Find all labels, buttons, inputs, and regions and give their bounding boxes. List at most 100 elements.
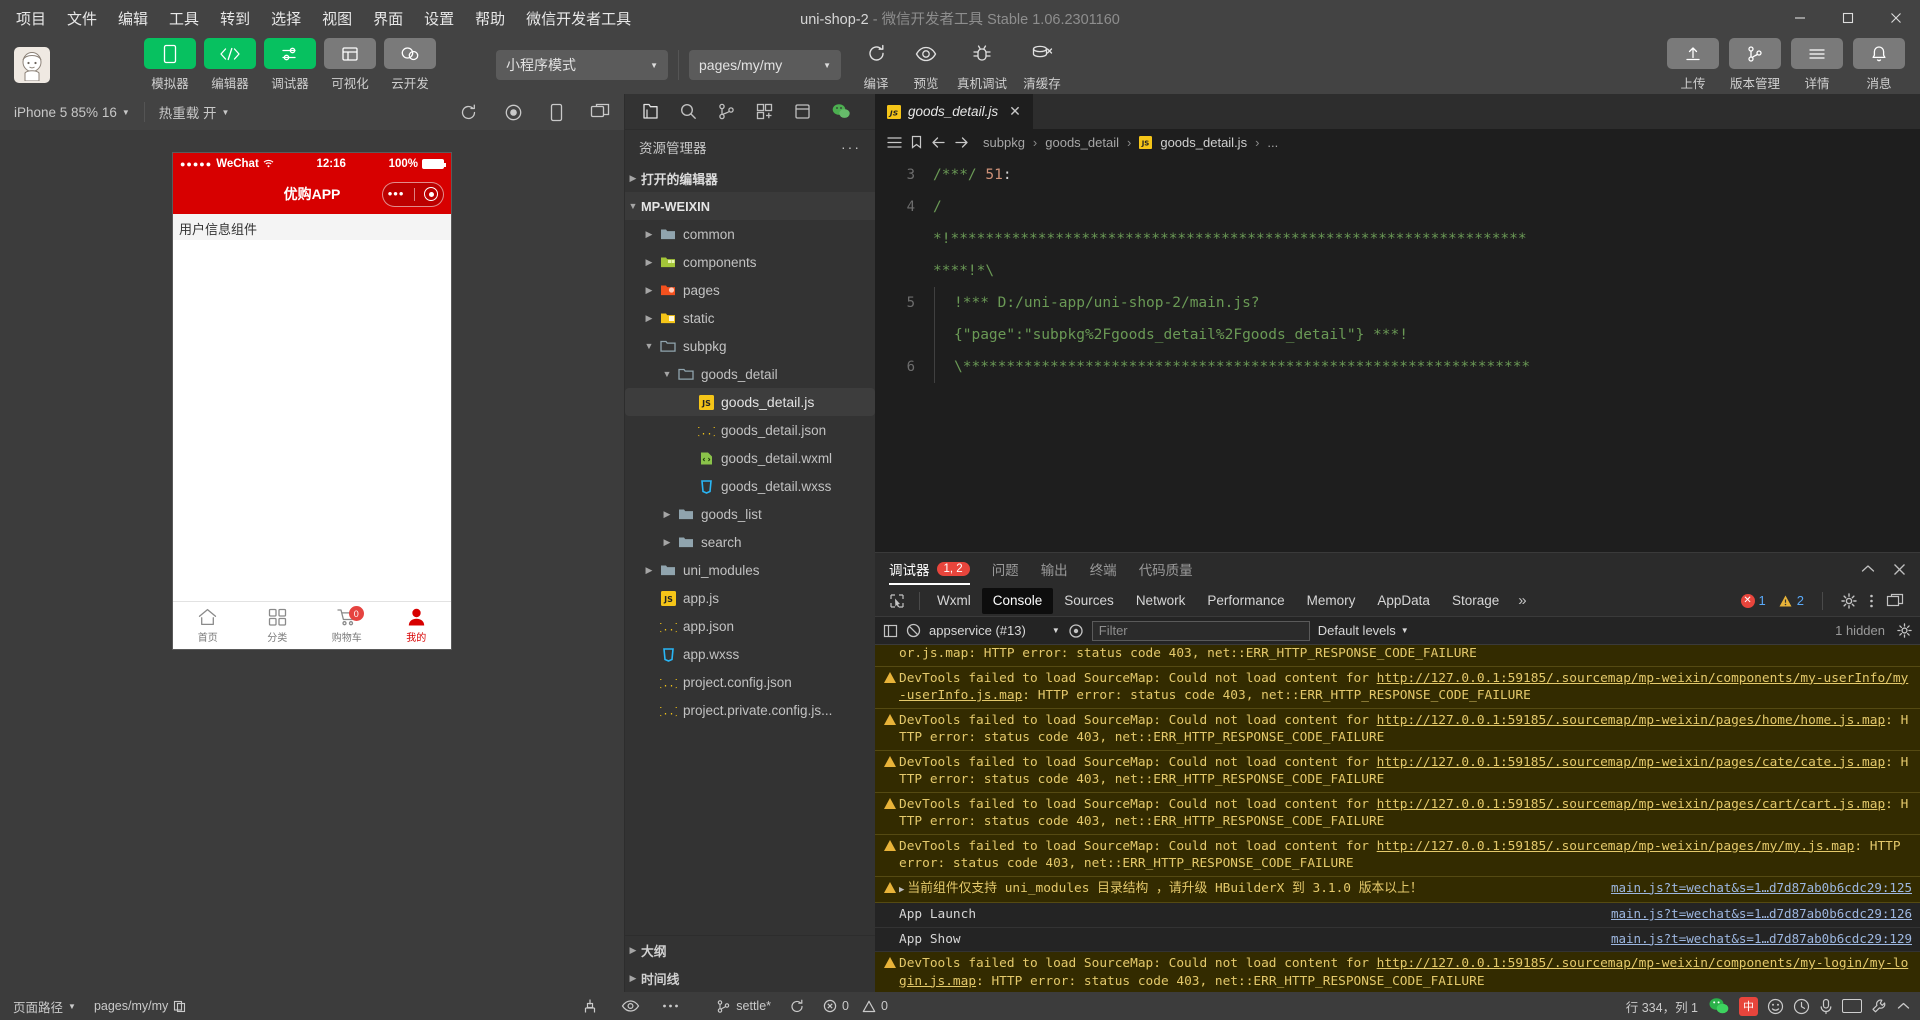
mode-select[interactable]: 小程序模式 ▼ xyxy=(496,50,668,80)
devtools-tab-console[interactable]: Console xyxy=(981,587,1054,614)
menu-item-help[interactable]: 帮助 xyxy=(473,5,507,32)
page-path-select[interactable]: 页面路径 ▼ xyxy=(10,997,79,1016)
tree-item-common[interactable]: ▶ common xyxy=(625,220,875,248)
console-levels-select[interactable]: Default levels ▼ xyxy=(1318,623,1409,638)
tree-section-open-editors[interactable]: ▶ 打开的编辑器 xyxy=(625,164,875,192)
action-preview[interactable]: 预览 xyxy=(901,38,951,92)
tree-item-project-private-config[interactable]: {..} project.private.config.js... xyxy=(625,696,875,724)
device-frame-icon[interactable] xyxy=(549,103,564,122)
tool-icon[interactable] xyxy=(1871,998,1888,1015)
search-icon[interactable] xyxy=(679,102,698,121)
tabbar-item-home[interactable]: 首页 xyxy=(173,602,243,649)
network-icon[interactable] xyxy=(581,998,599,1014)
tabbar-item-mine[interactable]: 我的 xyxy=(382,602,452,649)
devtools-tab-memory[interactable]: Memory xyxy=(1296,588,1367,614)
error-count[interactable]: ✕ 1 xyxy=(1740,593,1766,608)
devtools-tab-sources[interactable]: Sources xyxy=(1053,588,1125,614)
console-filter-input[interactable]: Filter xyxy=(1091,620,1310,641)
devtools-tabs-more-icon[interactable]: » xyxy=(1510,592,1534,609)
action-details[interactable]: 详情 xyxy=(1790,38,1844,92)
keyboard-icon[interactable] xyxy=(1842,999,1862,1013)
menu-item-goto[interactable]: 转到 xyxy=(218,5,252,32)
tabbar-item-category[interactable]: 分类 xyxy=(243,602,313,649)
arrow-right-icon[interactable] xyxy=(954,136,969,149)
console-log-row[interactable]: DevTools failed to load SourceMap: Could… xyxy=(875,666,1920,709)
mic-icon[interactable] xyxy=(1819,998,1833,1015)
source-control-icon[interactable] xyxy=(717,102,736,121)
devtools-tab-storage[interactable]: Storage xyxy=(1441,588,1510,614)
devtools-tab-wxml[interactable]: Wxml xyxy=(926,588,982,614)
devtools-tab-performance[interactable]: Performance xyxy=(1196,588,1295,614)
page-path-value-group[interactable]: pages/my/my xyxy=(91,999,189,1013)
tree-item-app-js[interactable]: JS app.js xyxy=(625,584,875,612)
files-icon[interactable] xyxy=(641,102,660,121)
list-icon[interactable] xyxy=(887,136,902,149)
console-log-link[interactable]: http://127.0.0.1:59185/.sourcemap/mp-wei… xyxy=(1377,713,1886,728)
tree-item-uni-modules[interactable]: ▶ uni_modules xyxy=(625,556,875,584)
console-log-link[interactable]: http://127.0.0.1:59185/.sourcemap/mp-wei… xyxy=(1377,839,1855,854)
wechat-icon[interactable] xyxy=(1708,996,1730,1016)
clock-icon[interactable] xyxy=(1793,998,1810,1015)
console-log-row[interactable]: ▶ 当前组件仅支持 uni_modules 目录结构 ，请升级 HBuilderX… xyxy=(875,876,1920,903)
wechat-capsule[interactable]: ••• xyxy=(382,181,444,207)
breadcrumb-part-subpkg[interactable]: subpkg xyxy=(983,135,1025,150)
console-sidebar-icon[interactable] xyxy=(883,624,898,638)
outline-section[interactable]: ▶ 大纲 xyxy=(625,936,875,964)
tree-item-static[interactable]: ▶ static xyxy=(625,304,875,332)
action-clear-cache[interactable]: 清缓存 xyxy=(1013,38,1071,92)
hot-reload-select[interactable]: 热重载 开 ▼ xyxy=(159,102,244,122)
expand-icon[interactable]: ▶ xyxy=(899,882,904,900)
menu-item-edit[interactable]: 编辑 xyxy=(116,5,150,32)
extensions-icon[interactable] xyxy=(755,102,774,121)
tree-item-subpkg[interactable]: ▼ subpkg xyxy=(625,332,875,360)
tree-item-app-wxss[interactable]: app.wxss xyxy=(625,640,875,668)
timeline-section[interactable]: ▶ 时间线 xyxy=(625,964,875,992)
tree-item-pages[interactable]: ▶ pages xyxy=(625,276,875,304)
tree-item-app-json[interactable]: {..} app.json xyxy=(625,612,875,640)
tree-item-goods-detail-js[interactable]: JS goods_detail.js xyxy=(625,388,875,416)
tree-section-mp-weixin[interactable]: ▼ MP-WEIXIN xyxy=(625,192,875,220)
panel-tab-debugger[interactable]: 调试器 1, 2 xyxy=(889,553,970,585)
tree-item-search[interactable]: ▶ search xyxy=(625,528,875,556)
menu-item-interface[interactable]: 界面 xyxy=(371,5,405,32)
console-log-row[interactable]: or.js.map: HTTP error: status code 403, … xyxy=(875,645,1920,667)
page-select[interactable]: pages/my/my ▼ xyxy=(689,50,841,80)
cursor-position[interactable]: 行 334，列 1 xyxy=(1626,997,1698,1016)
menu-item-file[interactable]: 文件 xyxy=(65,5,99,32)
tree-item-goods-list[interactable]: ▶ goods_list xyxy=(625,500,875,528)
chevron-up-icon[interactable] xyxy=(1897,1001,1910,1011)
more-icon[interactable] xyxy=(662,1003,679,1009)
problems-status[interactable]: 0 0 xyxy=(820,999,891,1013)
devtools-tab-network[interactable]: Network xyxy=(1125,588,1197,614)
detach-icon[interactable] xyxy=(590,103,610,121)
console-log-row[interactable]: DevTools failed to load SourceMap: Could… xyxy=(875,708,1920,751)
action-upload[interactable]: 上传 xyxy=(1666,38,1720,92)
console-log-list[interactable]: or.js.map: HTTP error: status code 403, … xyxy=(875,645,1920,992)
close-icon[interactable]: ✕ xyxy=(1009,103,1021,120)
breadcrumb-part-goods-detail[interactable]: goods_detail xyxy=(1045,135,1119,150)
avatar[interactable] xyxy=(14,47,50,83)
collapse-panel-icon[interactable] xyxy=(1861,563,1875,575)
action-version-control[interactable]: 版本管理 xyxy=(1728,38,1782,92)
console-log-link[interactable]: http://127.0.0.1:59185/.sourcemap/mp-wei… xyxy=(1377,755,1886,770)
ime-icon[interactable]: 中 xyxy=(1739,996,1758,1016)
panel-tab-terminal[interactable]: 终端 xyxy=(1090,553,1117,585)
console-eye-icon[interactable] xyxy=(1068,623,1084,639)
more-icon[interactable]: ··· xyxy=(841,139,861,154)
rotate-icon[interactable] xyxy=(459,103,478,122)
console-log-row[interactable]: DevTools failed to load SourceMap: Could… xyxy=(875,834,1920,877)
action-device-debug[interactable]: 真机调试 xyxy=(951,38,1013,92)
console-log-row[interactable]: DevTools failed to load SourceMap: Could… xyxy=(875,952,1920,992)
tree-item-components[interactable]: ▶ components xyxy=(625,248,875,276)
console-log-row[interactable]: App Launch main.js?t=wechat&s=1…d7d87ab0… xyxy=(875,903,1920,928)
inspect-element-icon[interactable] xyxy=(881,593,913,609)
menu-item-settings[interactable]: 设置 xyxy=(422,5,456,32)
tree-item-goods-detail-wxml[interactable]: goods_detail.wxml xyxy=(625,444,875,472)
menu-item-select[interactable]: 选择 xyxy=(269,5,303,32)
emoji-icon[interactable] xyxy=(1767,998,1784,1015)
close-panel-icon[interactable] xyxy=(1893,563,1906,576)
menu-item-view[interactable]: 视图 xyxy=(320,5,354,32)
console-log-source[interactable]: main.js?t=wechat&s=1…d7d87ab0b6cdc29:126 xyxy=(1611,906,1912,921)
minimize-button[interactable] xyxy=(1776,0,1824,36)
record-icon[interactable] xyxy=(504,103,523,122)
